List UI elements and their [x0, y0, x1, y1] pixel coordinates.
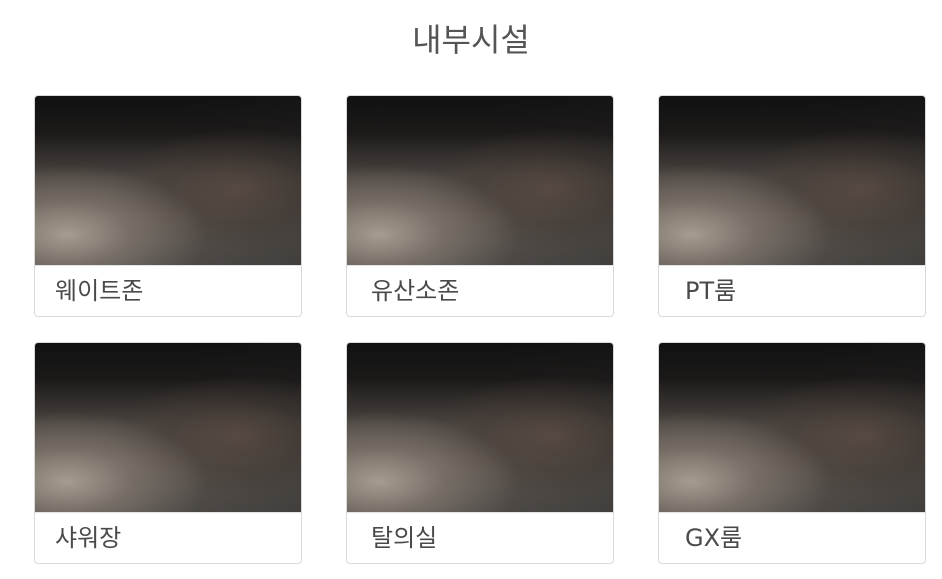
facility-label: PT룸 — [659, 265, 925, 316]
facility-label: 웨이트존 — [35, 265, 301, 316]
facility-label: GX룸 — [659, 512, 925, 563]
facility-label: 탈의실 — [347, 512, 613, 563]
section-title: 내부시설 — [412, 21, 530, 59]
facility-label: 샤워장 — [35, 512, 301, 563]
facility-photo[interactable] — [35, 96, 301, 265]
facility-photo[interactable] — [347, 96, 613, 265]
facility-card-shower-room[interactable]: 샤워장 — [34, 342, 302, 564]
facility-photo[interactable] — [659, 96, 925, 265]
facility-photo[interactable] — [347, 343, 613, 512]
facility-card-locker-room[interactable]: 탈의실 — [346, 342, 614, 564]
facility-photo[interactable] — [35, 343, 301, 512]
facility-card-weight-zone[interactable]: 웨이트존 — [34, 95, 302, 317]
facility-photo[interactable] — [659, 343, 925, 512]
facility-card-cardio-zone[interactable]: 유산소존 — [346, 95, 614, 317]
facility-label: 유산소존 — [347, 265, 613, 316]
facility-card-pt-room[interactable]: PT룸 — [658, 95, 926, 317]
facility-card-gx-room[interactable]: GX룸 — [658, 342, 926, 564]
